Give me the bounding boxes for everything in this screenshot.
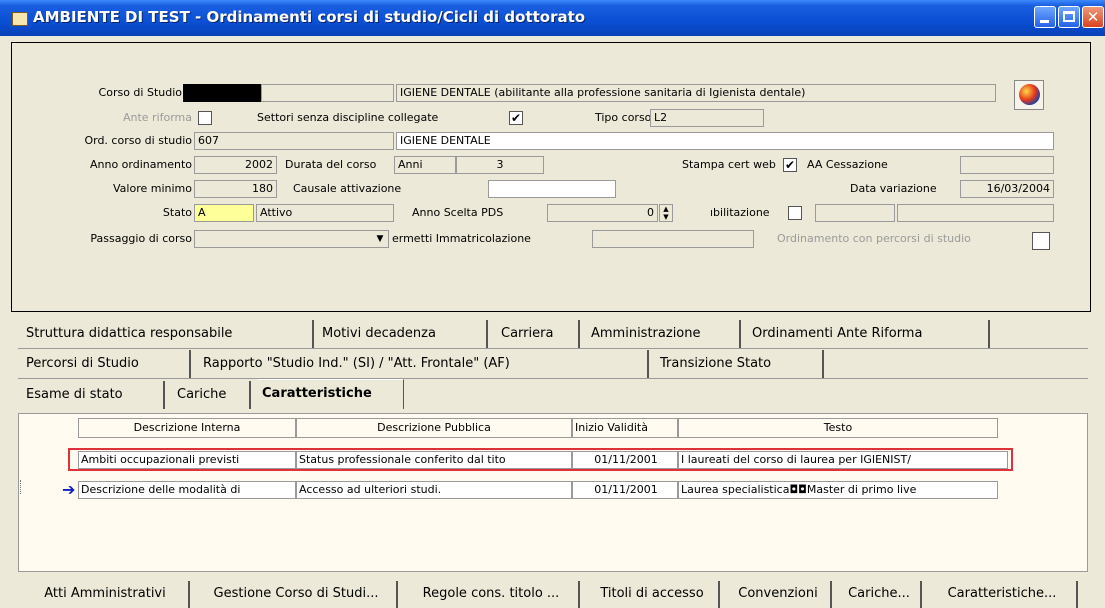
corso-di-studio-extra-field[interactable] bbox=[261, 84, 394, 102]
stato-code-field[interactable]: A bbox=[194, 204, 254, 222]
ante-riforma-label: Ante riforma bbox=[122, 111, 192, 124]
passaggio-di-corso-select[interactable] bbox=[194, 230, 389, 248]
tab-motivi-decadenza[interactable]: Motivi decadenza bbox=[318, 320, 488, 348]
valore-minimo-field[interactable]: 180 bbox=[194, 180, 277, 198]
durata-label: Durata del corso bbox=[285, 158, 377, 171]
tab-esame-di-stato[interactable]: Esame di stato bbox=[22, 381, 165, 409]
anno-scelta-spinner[interactable]: ▲ ▼ bbox=[659, 204, 673, 222]
table-cell[interactable]: Laurea specialistica◘◘Master di primo li… bbox=[678, 481, 998, 499]
table-cell[interactable]: Accesso ad ulteriori studi. bbox=[296, 481, 572, 499]
minimize-icon bbox=[1040, 20, 1049, 23]
corso-di-studio-label: Corso di Studio bbox=[98, 86, 182, 99]
caratteristiche-button[interactable]: Caratteristiche... bbox=[928, 581, 1078, 608]
tab-ordinamenti-ante-riforma[interactable]: Ordinamenti Ante Riforma bbox=[748, 320, 990, 348]
spin-up-icon: ▲ bbox=[663, 205, 669, 213]
ord-corso-code-field[interactable]: 607 bbox=[194, 132, 394, 150]
aa-cessazione-label: AA Cessazione bbox=[807, 158, 888, 171]
chevron-down-icon[interactable]: ▼ bbox=[372, 231, 388, 247]
anno-scelta-pds-field[interactable]: 0 bbox=[547, 204, 658, 222]
corso-di-studio-code-field[interactable] bbox=[183, 84, 261, 102]
tab-cariche[interactable]: Cariche bbox=[173, 381, 251, 409]
table-cell[interactable]: Status professionale conferito dal tito bbox=[296, 451, 572, 469]
gestione-corso-button[interactable]: Gestione Corso di Studi... bbox=[196, 581, 398, 608]
causale-attivazione-label: Causale attivazione bbox=[293, 182, 402, 195]
data-variazione-field[interactable]: 16/03/2004 bbox=[960, 180, 1054, 198]
passaggio-di-corso-label: Passaggio di corso bbox=[90, 232, 192, 245]
minimize-button[interactable] bbox=[1034, 6, 1056, 28]
close-icon: ✕ bbox=[1086, 8, 1100, 26]
tab-struttura-didattica[interactable]: Struttura didattica responsabile bbox=[22, 320, 314, 348]
regole-cons-titolo-button[interactable]: Regole cons. titolo ... bbox=[404, 581, 580, 608]
anno-ordinamento-field[interactable]: 2002 bbox=[194, 156, 277, 174]
table-cell[interactable]: I laureati del corso di laurea per IGIEN… bbox=[678, 451, 1008, 469]
permetti-immatricolazione-label: ermetti Immatricolazione bbox=[392, 232, 531, 245]
ord-corso-desc-field[interactable]: IGIENE DENTALE bbox=[396, 132, 1054, 150]
anno-scelta-pds-label: Anno Scelta PDS bbox=[412, 206, 504, 219]
row-indicator bbox=[20, 480, 25, 494]
window-title: AMBIENTE DI TEST - Ordinamenti corsi di … bbox=[33, 8, 586, 26]
stato-desc-field[interactable]: Attivo bbox=[256, 204, 394, 222]
data-variazione-label: Data variazione bbox=[850, 182, 937, 195]
ord-corso-label: Ord. corso di studio bbox=[84, 134, 192, 147]
tab-caratteristiche[interactable]: Caratteristiche bbox=[258, 379, 404, 409]
spin-down-icon: ▼ bbox=[663, 213, 669, 221]
tab-transizione-stato[interactable]: Transizione Stato bbox=[656, 350, 824, 378]
abilitazione-checkbox[interactable] bbox=[788, 206, 802, 220]
column-header-descrizione-interna[interactable]: Descrizione Interna bbox=[78, 418, 296, 438]
column-header-testo[interactable]: Testo bbox=[678, 418, 998, 438]
convenzioni-button[interactable]: Convenzioni bbox=[726, 581, 832, 608]
column-header-descrizione-pubblica[interactable]: Descrizione Pubblica bbox=[296, 418, 572, 438]
titoli-di-accesso-button[interactable]: Titoli di accesso bbox=[586, 581, 720, 608]
maximize-button[interactable] bbox=[1058, 6, 1080, 28]
ordinamento-percorsi-checkbox[interactable] bbox=[1032, 232, 1050, 250]
close-button[interactable]: ✕ bbox=[1082, 6, 1104, 28]
settori-checkbox[interactable]: ✔ bbox=[509, 111, 523, 125]
tab-row-divider bbox=[18, 378, 1088, 379]
tab-amministrazione[interactable]: Amministrazione bbox=[587, 320, 741, 348]
globe-icon bbox=[1019, 84, 1040, 105]
stampa-cert-web-checkbox[interactable]: ✔ bbox=[783, 158, 797, 172]
tab-rapporto-si-af[interactable]: Rapporto "Studio Ind." (SI) / "Att. Fron… bbox=[199, 350, 649, 378]
tab-carriera[interactable]: Carriera bbox=[497, 320, 580, 348]
durata-unit-field[interactable]: Anni bbox=[394, 156, 456, 174]
cariche-button[interactable]: Cariche... bbox=[838, 581, 922, 608]
globe-button[interactable] bbox=[1014, 80, 1044, 110]
anno-ordinamento-label: Anno ordinamento bbox=[89, 158, 192, 171]
tipo-corso-field[interactable]: L2 bbox=[650, 109, 764, 127]
abilitazione-code-field[interactable] bbox=[815, 204, 895, 222]
durata-value-field[interactable]: 3 bbox=[456, 156, 544, 174]
table-cell[interactable]: 01/11/2001 bbox=[572, 451, 678, 469]
course-form-panel bbox=[11, 42, 1091, 312]
atti-amministrativi-button[interactable]: Atti Amministrativi bbox=[22, 581, 190, 608]
app-icon bbox=[12, 12, 28, 26]
stato-label: Stato bbox=[162, 206, 192, 219]
tab-percorsi-di-studio[interactable]: Percorsi di Studio bbox=[22, 350, 191, 378]
corso-di-studio-desc-field[interactable]: IGIENE DENTALE (abilitante alla professi… bbox=[396, 84, 996, 102]
maximize-icon bbox=[1063, 11, 1075, 22]
ordinamento-percorsi-label: Ordinamento con percorsi di studio bbox=[777, 232, 971, 245]
permetti-immatricolazione-field[interactable] bbox=[592, 230, 754, 248]
abilitazione-label: ıbilitazione bbox=[710, 206, 770, 219]
table-cell[interactable]: 01/11/2001 bbox=[572, 481, 678, 499]
settori-label: Settori senza discipline collegate bbox=[257, 111, 439, 124]
valore-minimo-label: Valore minimo bbox=[113, 182, 192, 195]
ante-riforma-checkbox[interactable] bbox=[198, 111, 212, 125]
tipo-corso-label: Tipo corso bbox=[595, 111, 652, 124]
abilitazione-desc-field[interactable] bbox=[897, 204, 1054, 222]
table-cell[interactable]: Descrizione delle modalità di bbox=[78, 481, 296, 499]
current-row-arrow-icon: ➔ bbox=[62, 480, 76, 499]
table-cell[interactable]: Ambiti occupazionali previsti bbox=[78, 451, 296, 469]
window-titlebar[interactable]: AMBIENTE DI TEST - Ordinamenti corsi di … bbox=[0, 0, 1105, 36]
column-header-inizio-validita[interactable]: Inizio Validità bbox=[572, 418, 678, 438]
causale-attivazione-field[interactable] bbox=[488, 180, 616, 198]
stampa-cert-web-label: Stampa cert web bbox=[682, 158, 776, 171]
aa-cessazione-field[interactable] bbox=[960, 156, 1054, 174]
tab-row-divider bbox=[18, 348, 1088, 349]
